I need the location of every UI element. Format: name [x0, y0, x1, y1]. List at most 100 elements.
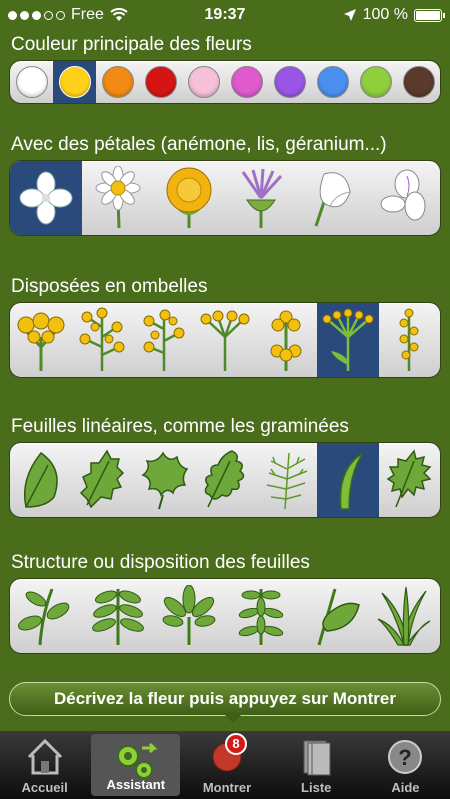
leaf-structure-selector [9, 578, 441, 654]
battery-icon [414, 8, 445, 22]
tab-accueil[interactable]: Accueil [0, 731, 89, 799]
color-magenta-option[interactable] [225, 61, 268, 103]
orchid-icon [380, 169, 426, 221]
gears-icon [116, 742, 158, 779]
umbels-title: Disposées en ombelles [11, 276, 208, 297]
raceme-option[interactable] [71, 303, 132, 377]
lobed-leaf-icon [141, 451, 188, 510]
bell-flower-option[interactable] [297, 161, 369, 235]
color-yellow-option[interactable] [53, 61, 96, 103]
oak-leaf-icon [204, 450, 245, 508]
color-swatch [187, 66, 220, 98]
corymb-option[interactable] [194, 303, 255, 377]
color-swatch [359, 66, 392, 98]
home-icon [27, 738, 62, 775]
color-green-option[interactable] [354, 61, 397, 103]
thistle-icon [241, 168, 282, 228]
alternate-leaves-icon [17, 588, 70, 646]
help-icon: ? [388, 740, 423, 774]
petal-selector [9, 160, 441, 236]
palmate-leaves-option[interactable] [153, 579, 225, 653]
cluster-flowers-option[interactable] [10, 303, 71, 377]
alternate-leaves-option[interactable] [10, 579, 82, 653]
tab-label: Aide [391, 780, 420, 795]
colors-title: Couleur principale des fleurs [11, 34, 252, 55]
cluster-flowers-icon [17, 312, 65, 371]
whorled-flowers-icon [270, 310, 302, 371]
thistle-option[interactable] [225, 161, 297, 235]
spiny-leaf-option[interactable] [379, 443, 440, 517]
color-swatch [316, 66, 349, 98]
linear-leaf-icon [339, 452, 364, 510]
color-red-option[interactable] [139, 61, 182, 103]
four-petal-flower-icon [19, 171, 73, 225]
color-swatch [402, 66, 435, 98]
linear-leaf-option[interactable] [317, 443, 379, 517]
tab-label: Accueil [21, 780, 68, 795]
tab-bar: Accueil Assistant 8 Montrer Liste ? Aide [0, 731, 450, 799]
oak-leaf-option[interactable] [194, 443, 255, 517]
whorled-flowers-option[interactable] [256, 303, 317, 377]
structure-title: Structure ou disposition des feuilles [11, 552, 310, 573]
palmate-leaves-icon [162, 585, 216, 645]
color-swatch [230, 66, 263, 98]
tab-aide[interactable]: ? Aide [361, 731, 450, 799]
daisy-option[interactable] [82, 161, 154, 235]
list-book-icon [303, 740, 331, 776]
color-swatch [58, 66, 91, 98]
panicle-option[interactable] [133, 303, 194, 377]
color-swatch [273, 66, 306, 98]
instruction-banner: Décrivez la fleur puis appuyez sur Montr… [9, 682, 441, 723]
color-swatch [144, 66, 177, 98]
whorled-leaves-icon [238, 589, 284, 645]
color-pink-option[interactable] [182, 61, 225, 103]
lobed-leaf-option[interactable] [133, 443, 194, 517]
feathery-leaf-option[interactable] [256, 443, 317, 517]
raceme-icon [79, 307, 125, 371]
leaf-shape-selector [9, 442, 441, 518]
status-bar: Free 19:37 100 % [0, 0, 450, 30]
opposite-leaves-option[interactable] [82, 579, 154, 653]
color-white-option[interactable] [10, 61, 53, 103]
battery-label: 100 % [362, 6, 408, 23]
color-swatch [15, 66, 48, 98]
four-petal-flower-option[interactable] [10, 161, 82, 235]
tab-label: Montrer [202, 780, 252, 795]
color-swatch [101, 66, 134, 98]
tab-assistant[interactable]: Assistant [91, 734, 181, 796]
tab-label: Liste [301, 780, 332, 795]
corymb-icon [200, 310, 250, 371]
clasping-leaf-option[interactable] [297, 579, 369, 653]
leaves-title: Feuilles linéaires, comme les graminées [11, 416, 349, 437]
color-purple-option[interactable] [268, 61, 311, 103]
opposite-leaves-icon [91, 589, 144, 645]
basal-leaves-option[interactable] [368, 579, 440, 653]
spiny-leaf-icon [386, 449, 432, 508]
color-brown-option[interactable] [397, 61, 440, 103]
oval-leaf-icon [23, 451, 58, 508]
clasping-leaf-icon [317, 588, 360, 646]
result-count-badge: 8 [225, 733, 247, 755]
oval-leaf-option[interactable] [10, 443, 71, 517]
umbel-option[interactable] [317, 303, 379, 377]
spike-option[interactable] [379, 303, 440, 377]
color-blue-option[interactable] [311, 61, 354, 103]
svg-text:?: ? [399, 745, 412, 770]
spike-icon [399, 308, 419, 371]
feathery-leaf-icon [267, 452, 308, 510]
color-orange-option[interactable] [96, 61, 139, 103]
umbel-icon [322, 308, 374, 371]
panicle-icon [143, 309, 185, 371]
tab-liste[interactable]: Liste [272, 731, 361, 799]
whorled-leaves-option[interactable] [225, 579, 297, 653]
orchid-option[interactable] [368, 161, 440, 235]
inflorescence-selector [9, 302, 441, 378]
serrated-leaf-option[interactable] [71, 443, 132, 517]
dandelion-option[interactable] [153, 161, 225, 235]
bell-flower-icon [314, 172, 351, 227]
tab-montrer[interactable]: 8 Montrer [182, 731, 271, 799]
serrated-leaf-icon [80, 449, 125, 509]
petals-title: Avec des pétales (anémone, lis, géranium… [11, 134, 387, 155]
daisy-icon [95, 166, 140, 229]
location-arrow-icon [343, 9, 356, 21]
